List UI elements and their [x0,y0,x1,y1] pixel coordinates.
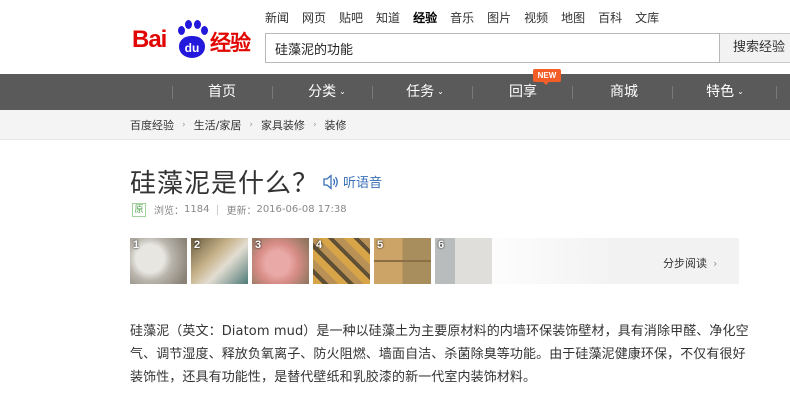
step-number: 6 [438,239,445,251]
chevron-right-icon: › [249,120,253,130]
step-read-link[interactable]: 分步阅读 › [663,255,717,271]
step-number: 1 [133,239,140,251]
chevron-down-icon: ⌄ [737,87,744,96]
nav-divider [272,86,273,99]
product-link-music[interactable]: 音乐 [450,10,474,26]
logo-bai-text: Bai [132,26,167,53]
breadcrumb-item[interactable]: 百度经验 [130,117,174,133]
nav-divider [472,86,473,99]
nav-divider [372,86,373,99]
product-link-map[interactable]: 地图 [561,10,585,26]
listen-label: 听语音 [343,176,383,191]
chevron-down-icon: ⌄ [339,87,346,96]
search-button[interactable]: 搜索经验 [720,33,790,63]
step-thumbnail[interactable]: 6 [435,238,492,284]
nav-category-label: 分类 [308,84,337,100]
baidu-jingyan-logo[interactable]: Bai du 经验 [132,18,254,64]
nav-mall[interactable]: 商城 [576,74,672,110]
speaker-icon [323,173,338,190]
product-link-wenku[interactable]: 文库 [635,10,659,26]
paw-icon: du [176,20,208,60]
search-box [265,33,720,63]
step-thumbnail[interactable]: 4 [313,238,370,284]
step-number: 5 [377,239,384,251]
product-link-news[interactable]: 新闻 [265,10,289,26]
nav-home[interactable]: 首页 [178,74,266,110]
nav-share-label: 回享 [509,84,537,100]
nav-divider [172,86,173,99]
breadcrumb-item[interactable]: 装修 [325,117,347,133]
nav-divider [776,86,777,99]
updated-label: 更新： [226,206,257,217]
step-read-label: 分步阅读 [663,257,707,270]
nav-category[interactable]: 分类 ⌄ [278,74,376,110]
step-number: 4 [316,239,323,251]
article-meta: 原 浏览： 1184 更新： 2016-06-08 17:38 [132,202,347,217]
logo-du-text: du [179,36,205,58]
search-input[interactable] [266,34,719,62]
product-link-baike[interactable]: 百科 [598,10,622,26]
product-link-video[interactable]: 视频 [524,10,548,26]
nav-divider [572,86,573,99]
page-title: 硅藻泥是什么？ [130,169,320,199]
updated-date: 2016-06-08 17:38 [256,204,347,215]
breadcrumb-item[interactable]: 家具装修 [261,117,305,133]
step-thumbnail[interactable]: 1 [130,238,187,284]
chevron-right-icon: › [713,257,718,270]
chevron-right-icon: › [182,120,186,130]
step-thumbnail[interactable]: 5 [374,238,431,284]
product-nav: 新闻 网页 贴吧 知道 经验 音乐 图片 视频 地图 百科 文库 [265,10,672,26]
step-thumbnail[interactable]: 2 [191,238,248,284]
breadcrumb-item[interactable]: 生活/家居 [194,117,242,133]
step-thumbnail-strip: 1 2 3 4 5 6 [130,238,739,284]
chevron-down-icon: ⌄ [437,87,444,96]
main-nav: 首页 分类 ⌄ 任务 ⌄ 回享 商城 特色 ⌄ [0,74,790,110]
listen-button[interactable]: 听语音 [322,172,382,191]
nav-task-label: 任务 [406,84,435,100]
logo-jingyan-text: 经验 [210,31,251,55]
breadcrumb-bar: 百度经验 › 生活/家居 › 家具装修 › 装修 [0,110,790,140]
new-badge: NEW [533,69,561,85]
nav-divider [672,86,673,99]
step-thumbnail[interactable]: 3 [252,238,309,284]
breadcrumb: 百度经验 › 生活/家居 › 家具装修 › 装修 [130,110,347,140]
nav-featured[interactable]: 特色 ⌄ [676,74,774,110]
meta-divider [217,204,219,215]
original-badge: 原 [132,202,146,217]
product-link-jingyan[interactable]: 经验 [413,10,437,26]
views-label: 浏览： [154,206,184,217]
product-link-tieba[interactable]: 贴吧 [339,10,363,26]
nav-home-label: 首页 [208,84,236,100]
chevron-right-icon: › [312,120,317,130]
nav-mall-label: 商城 [610,84,638,100]
step-number: 3 [255,239,262,251]
product-link-images[interactable]: 图片 [487,10,511,26]
article-paragraph: 硅藻泥（英文：Diatom mud）是一种以硅藻土为主要原材料的内墙环保装饰壁材… [130,324,749,385]
step-number: 2 [194,239,201,251]
product-link-zhidao[interactable]: 知道 [376,10,400,26]
product-link-web[interactable]: 网页 [302,10,326,26]
nav-featured-label: 特色 [706,84,735,100]
nav-task[interactable]: 任务 ⌄ [376,74,474,110]
views-count: 1184 [184,204,210,215]
